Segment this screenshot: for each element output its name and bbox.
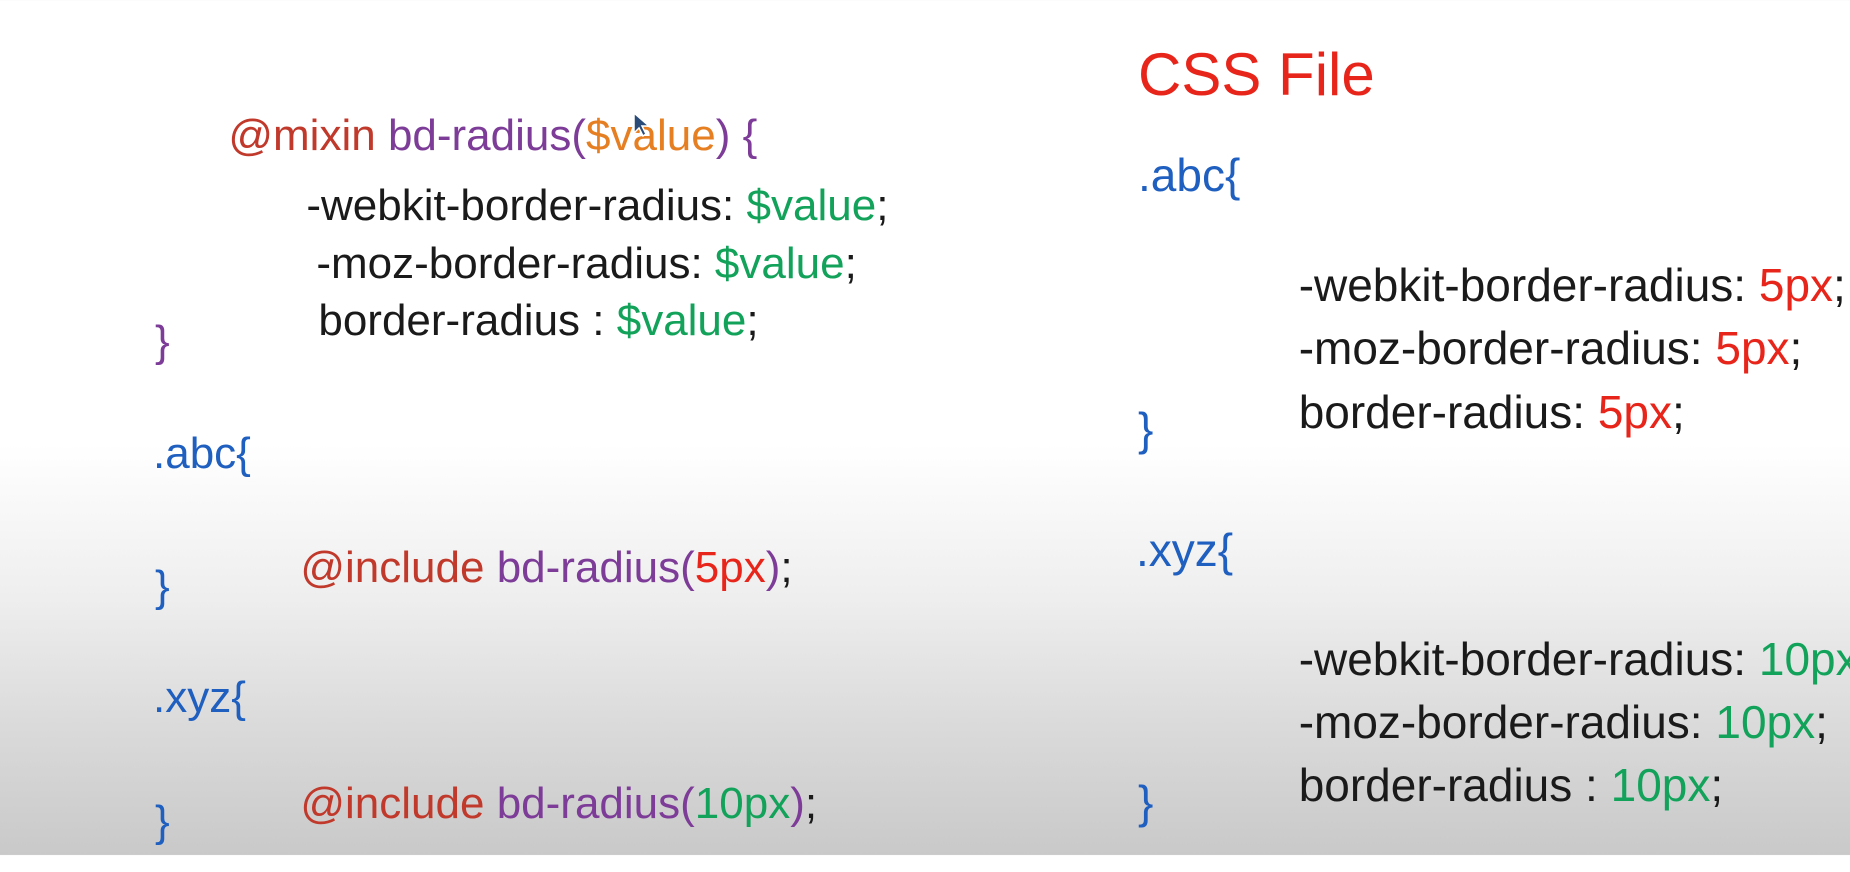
include-argument: 10px (694, 779, 791, 828)
property: border-radius : (318, 296, 617, 345)
semicolon: ; (876, 181, 889, 230)
semicolon: ; (844, 239, 857, 288)
mouse-pointer-icon (633, 111, 652, 137)
value: 5px (1715, 322, 1790, 374)
semicolon: ; (780, 543, 793, 592)
css-abc-closing-brace: } (1138, 403, 1154, 455)
include-argument: 5px (694, 543, 766, 592)
property: border-radius: (1298, 386, 1598, 438)
include-function: bd-radius( (484, 543, 695, 592)
css-abc-selector: .abc{ (1138, 149, 1241, 201)
semicolon: ; (1672, 386, 1685, 438)
abc-include-line: @include bd-radius(5px); (227, 502, 793, 634)
value: 10px (1610, 759, 1711, 811)
xyz-selector: .xyz{ (153, 673, 246, 722)
include-close: ) (765, 543, 781, 592)
css-xyz-selector: .xyz{ (1136, 524, 1234, 576)
semicolon: ; (1833, 259, 1846, 311)
semicolon: ; (1789, 322, 1803, 374)
css-xyz-decl-border-radius: border-radius : 10px; (1222, 716, 1723, 854)
css-file-title: CSS File (1138, 41, 1375, 108)
value: 10px (1715, 696, 1816, 748)
xyz-closing-brace: } (155, 797, 170, 846)
include-function: bd-radius( (484, 779, 695, 828)
semicolon: ; (746, 296, 759, 345)
value: 5px (1597, 386, 1672, 438)
abc-selector: .abc{ (153, 429, 251, 478)
mixin-closing-brace: } (155, 317, 170, 366)
css-xyz-closing-brace: } (1138, 776, 1154, 828)
xyz-include-line: @include bd-radius(10px); (227, 738, 817, 870)
semicolon: ; (804, 779, 818, 828)
abc-closing-brace: } (155, 562, 170, 611)
semicolon: ; (1710, 759, 1724, 811)
property: border-radius : (1298, 759, 1611, 811)
css-abc-decl-border-radius: border-radius: 5px; (1222, 343, 1685, 481)
slide: @mixin bd-radius($value) { -webkit-borde… (0, 0, 1850, 855)
semicolon: ; (1815, 696, 1828, 748)
mixin-decl-border-radius: border-radius : $value; (245, 255, 759, 387)
include-close: ) (790, 779, 805, 828)
include-keyword: @include (300, 543, 485, 592)
value: $value (616, 296, 747, 345)
include-keyword: @include (300, 779, 485, 828)
